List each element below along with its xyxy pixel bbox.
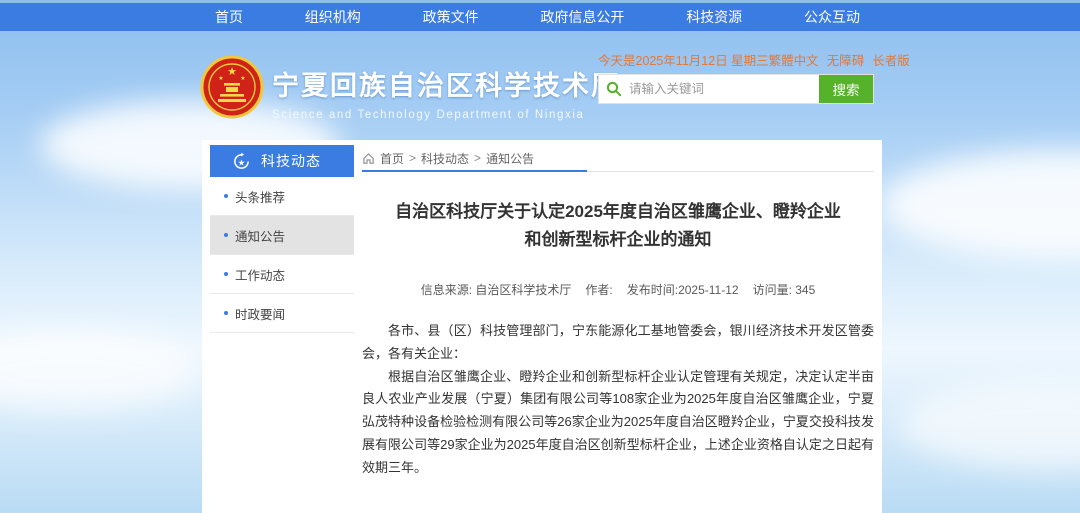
meta-publish-time: 发布时间:2025-11-12 (627, 281, 739, 298)
nav-item-public-interaction[interactable]: 公众互动 (794, 7, 870, 27)
nav-item-tech-resources[interactable]: 科技资源 (676, 7, 752, 27)
site-title: 宁夏回族自治区科学技术厅 (272, 64, 620, 103)
cloud-decoration (880, 150, 1080, 260)
search-bar: 搜索 (598, 74, 874, 104)
star-circle-icon: ★ (232, 152, 251, 171)
meta-source: 信息来源: 自治区科学技术厅 (421, 281, 572, 298)
bullet-icon (224, 233, 228, 237)
bullet-icon (224, 194, 228, 198)
current-date: 今天是2025年11月12日 星期三 (598, 50, 769, 69)
link-senior-version[interactable]: 长者版 (872, 50, 910, 69)
link-accessibility[interactable]: 无障碍 (827, 50, 865, 69)
sidebar: ★ 科技动态 头条推荐 通知公告 工作动态 时政要闻 (210, 145, 354, 333)
site-title-english: Science and Technology Department of Nin… (272, 109, 620, 121)
sidebar-item-work-trends[interactable]: 工作动态 (210, 255, 354, 294)
search-input[interactable] (629, 75, 819, 103)
cloud-decoration (0, 330, 200, 410)
breadcrumb-tech-news[interactable]: 科技动态 (421, 150, 469, 167)
nav-item-policy[interactable]: 政策文件 (413, 7, 489, 27)
sidebar-header: ★ 科技动态 (210, 145, 354, 177)
link-traditional-chinese[interactable]: 繁體中文 (769, 50, 819, 69)
paragraph: 根据自治区雏鹰企业、瞪羚企业和创新型标杆企业认定管理有关规定，决定认定半亩良人农… (362, 366, 874, 480)
nav-item-organization[interactable]: 组织机构 (295, 7, 371, 27)
article-body: 各市、县（区）科技管理部门，宁东能源化工基地管委会，银川经济技术开发区管委会，各… (362, 320, 874, 479)
breadcrumb-notices[interactable]: 通知公告 (486, 150, 534, 167)
breadcrumb-accent-line (362, 170, 587, 172)
nav-item-gov-info[interactable]: 政府信息公开 (530, 7, 634, 27)
sidebar-item-current-politics[interactable]: 时政要闻 (210, 294, 354, 333)
svg-text:★: ★ (218, 75, 223, 82)
paragraph: 各市、县（区）科技管理部门，宁东能源化工基地管委会，银川经济技术开发区管委会，各… (362, 320, 874, 366)
bullet-icon (224, 311, 228, 315)
svg-text:★: ★ (240, 75, 245, 82)
article-title: 自治区科技厅关于认定2025年度自治区雏鹰企业、瞪羚企业 和创新型标杆企业的通知 (362, 198, 874, 254)
cloud-decoration (900, 380, 1080, 470)
meta-visits: 访问量: 345 (753, 281, 816, 298)
search-icon (599, 75, 629, 103)
national-emblem-logo: ★ ★ ★ (200, 54, 264, 120)
article-meta: 信息来源: 自治区科学技术厅 作者: 发布时间:2025-11-12 访问量: … (362, 281, 874, 298)
svg-text:★: ★ (227, 66, 237, 78)
breadcrumb: 首页 > 科技动态 > 通知公告 (362, 145, 874, 172)
top-nav-bar: 首页 组织机构 政策文件 政府信息公开 科技资源 公众互动 (0, 3, 1080, 31)
home-icon (362, 152, 375, 165)
bullet-icon (224, 272, 228, 276)
meta-author: 作者: (585, 281, 612, 298)
main-panel: ★ 科技动态 头条推荐 通知公告 工作动态 时政要闻 (202, 140, 882, 513)
nav-item-home[interactable]: 首页 (205, 7, 253, 27)
search-button[interactable]: 搜索 (819, 75, 873, 103)
top-nav-items: 首页 组织机构 政策文件 政府信息公开 科技资源 公众互动 (205, 3, 870, 31)
sidebar-item-notices[interactable]: 通知公告 (210, 216, 354, 255)
breadcrumb-home[interactable]: 首页 (380, 150, 404, 167)
sidebar-menu: 头条推荐 通知公告 工作动态 时政要闻 (210, 177, 354, 333)
sidebar-item-headlines[interactable]: 头条推荐 (210, 177, 354, 216)
content-area: 首页 > 科技动态 > 通知公告 自治区科技厅关于认定2025年度自治区雏鹰企业… (362, 145, 874, 513)
site-header: ★ ★ ★ 宁夏回族自治区科学技术厅 Science and Technolog… (0, 36, 1080, 136)
svg-text:★: ★ (238, 157, 246, 167)
sidebar-title: 科技动态 (261, 151, 321, 171)
